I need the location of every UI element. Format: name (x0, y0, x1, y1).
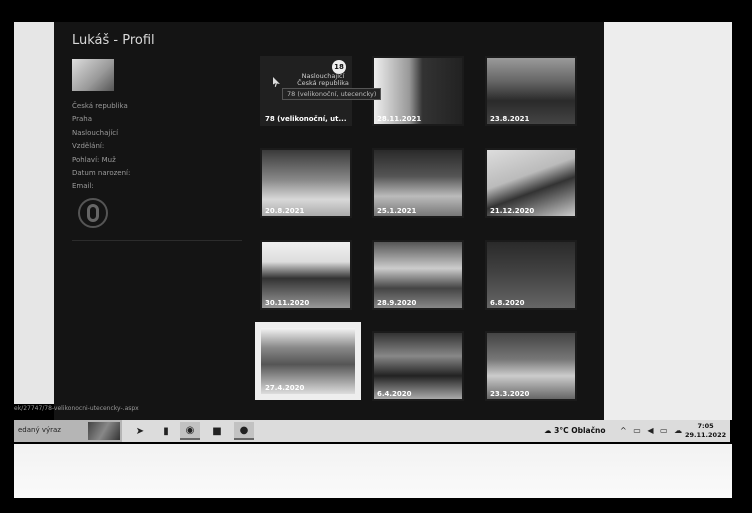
browser-icon[interactable]: ◉ (180, 422, 200, 440)
album-date: 20.8.2021 (265, 207, 305, 215)
album-thumb[interactable]: 20.8.2021 (260, 148, 352, 218)
taskbar-search[interactable]: edaný výraz (14, 420, 122, 442)
background-wall (604, 22, 732, 420)
clock[interactable]: 7:05 29.11.2022 (685, 422, 726, 440)
album-date: 6.8.2020 (490, 299, 525, 307)
album-thumb[interactable]: 6.8.2020 (485, 240, 577, 310)
album-date: 27.4.2020 (265, 384, 305, 392)
album-thumb[interactable]: 28.11.2021 (372, 56, 464, 126)
info-country: Česká republika (72, 102, 128, 110)
badge-icon (78, 198, 108, 228)
info-email: Email: (72, 182, 94, 191)
album-date: 23.8.2021 (490, 115, 530, 123)
album-thumb[interactable]: 23.8.2021 (485, 56, 577, 126)
weather-widget[interactable]: ☁ 3°C Oblačno (544, 426, 606, 435)
folder-icon[interactable]: ■ (207, 422, 227, 440)
album-hover-title: Naslouchající Česká republika (297, 72, 349, 87)
screen-bezel (0, 0, 752, 22)
album-date: 25.1.2021 (377, 207, 417, 215)
page-title: Lukáš - Profil (72, 33, 155, 48)
album-thumb[interactable]: 25.1.2021 (372, 148, 464, 218)
album-date: 28.9.2020 (377, 299, 417, 307)
clock-time: 7:05 (697, 422, 714, 430)
search-highlight-image (88, 422, 120, 440)
status-url: ek/27747/78-velikonocni-utecencky-.aspx (14, 405, 139, 412)
firefox-icon[interactable]: ● (234, 422, 254, 440)
info-gender: Pohlaví: Muž (72, 155, 116, 164)
search-placeholder: edaný výraz (18, 426, 61, 434)
profile-info: Česká republika Praha Naslouchající Vzdě… (72, 100, 130, 194)
system-tray-icons[interactable]: ^ ▭ ◀ ▭ ☁ (620, 426, 684, 435)
divider (72, 240, 242, 241)
background-wall (14, 22, 54, 404)
profile-window: Lukáš - Profil Česká republika Praha Nas… (54, 22, 604, 420)
album-label: 78 (velikonoční, ut... (265, 115, 347, 123)
info-role: Naslouchající (72, 128, 119, 137)
info-city: Praha (72, 115, 92, 124)
album-thumb[interactable]: 23.3.2020 (485, 331, 577, 401)
avatar[interactable] (72, 59, 114, 91)
weather-text: 3°C Oblačno (554, 426, 606, 435)
album-thumb[interactable]: 30.11.2020 (260, 240, 352, 310)
info-birthdate: Datum narození: (72, 169, 131, 178)
album-date: 6.4.2020 (377, 390, 412, 398)
album-date: 30.11.2020 (265, 299, 310, 307)
info-education: Vzdělání: (72, 142, 105, 151)
clock-date: 29.11.2022 (685, 431, 727, 439)
file-icon[interactable]: ▮ (156, 422, 176, 440)
album-thumb[interactable]: 21.12.2020 (485, 148, 577, 218)
album-thumb[interactable]: 28.9.2020 (372, 240, 464, 310)
album-date: 21.12.2020 (490, 207, 535, 215)
album-date: 23.3.2020 (490, 390, 530, 398)
album-date: 28.11.2021 (377, 115, 422, 123)
taskbar: edaný výraz ➤ ▮ ◉ ■ ● ☁ 3°C Oblačno ^ ▭ … (14, 420, 730, 442)
album-thumb[interactable]: 6.4.2020 (372, 331, 464, 401)
album-thumb-selected[interactable]: 27.4.2020 (255, 322, 361, 400)
tooltip: 78 (velikonoční, utecencky) (282, 88, 382, 100)
desk-surface (14, 444, 732, 498)
taskbar-app-icon[interactable]: ➤ (130, 422, 150, 440)
